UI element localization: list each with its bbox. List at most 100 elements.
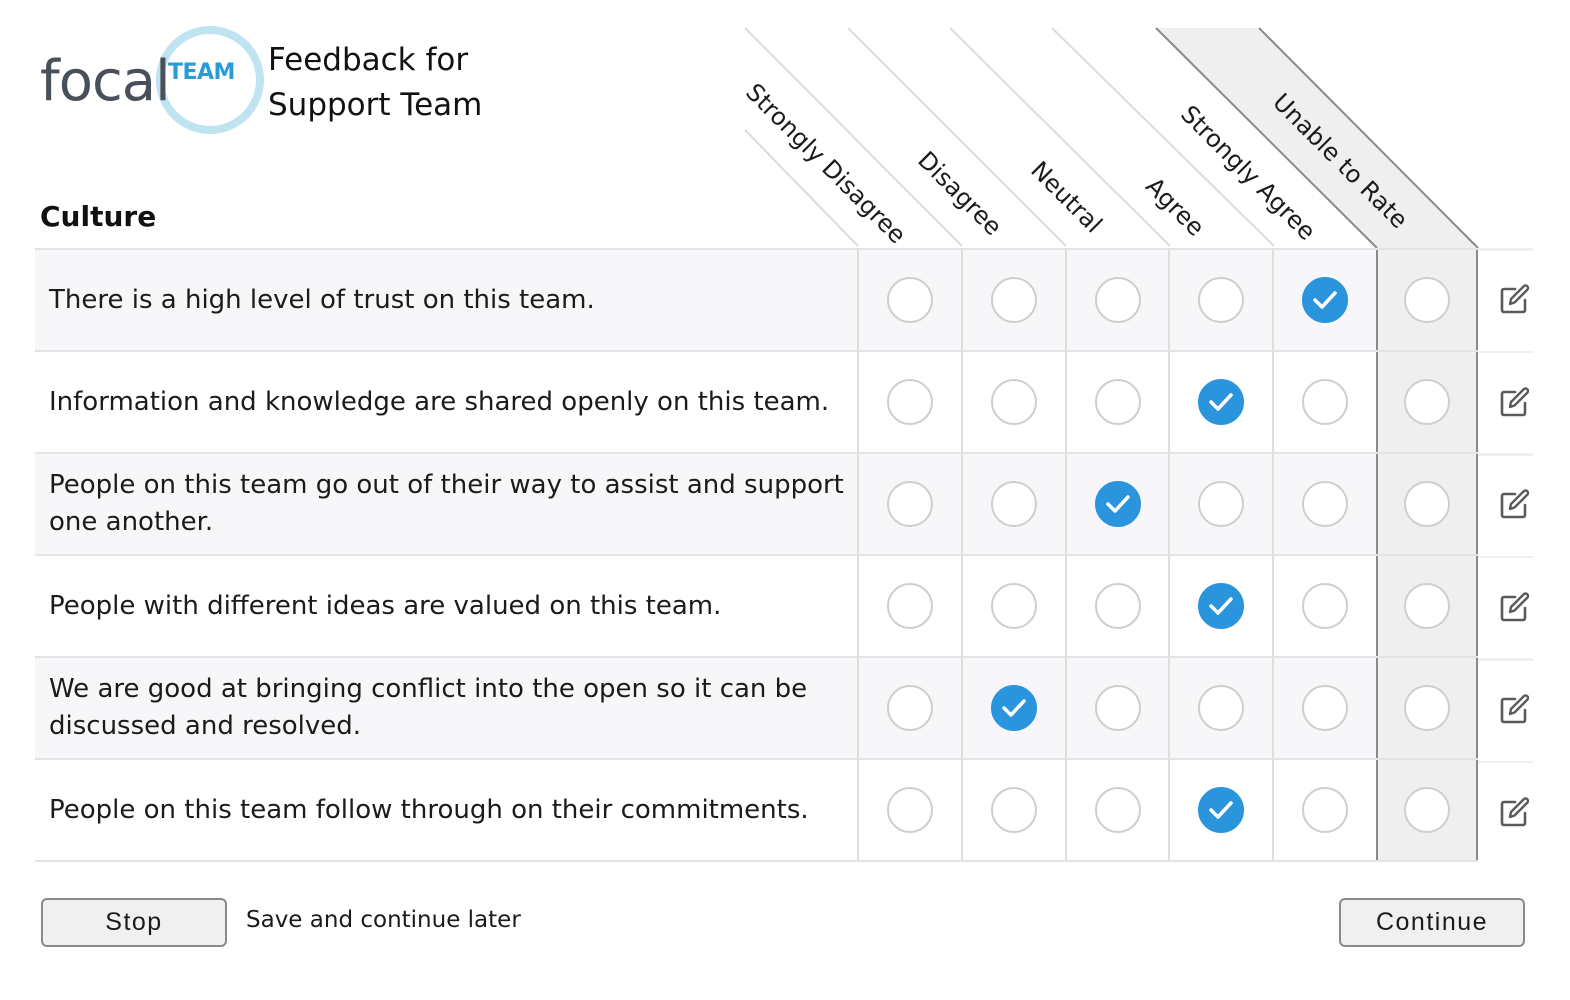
- rating-cell-neutral: [1064, 556, 1169, 656]
- radio-disagree[interactable]: [990, 481, 1037, 527]
- radio-strongly-disagree[interactable]: [886, 379, 933, 425]
- save-later-text: Save and continue later: [246, 907, 521, 933]
- radio-strongly-disagree[interactable]: [886, 787, 933, 833]
- rating-cell-strongly-disagree: [856, 658, 961, 758]
- radio-strongly-agree[interactable]: [1302, 685, 1349, 731]
- header-divider: [744, 27, 963, 247]
- edit-comment-icon[interactable]: [1498, 282, 1532, 316]
- rating-cell-disagree: [960, 760, 1065, 860]
- rating-cell-strongly-agree: [1272, 454, 1376, 554]
- rating-cell-disagree: [960, 658, 1065, 758]
- rating-grid: There is a high level of trust on this t…: [35, 248, 1479, 862]
- radio-neutral[interactable]: [1094, 787, 1141, 833]
- question-text: People with different ideas are valued o…: [49, 590, 722, 621]
- radio-unable-to-rate[interactable]: [1404, 379, 1451, 425]
- checkmark-icon: [1209, 801, 1234, 819]
- radio-strongly-agree[interactable]: [1302, 583, 1349, 629]
- rating-cell-strongly-agree: [1272, 556, 1376, 656]
- checkmark-icon: [1209, 393, 1234, 411]
- radio-unable-to-rate[interactable]: [1404, 583, 1451, 629]
- question-row: People on this team go out of their way …: [35, 452, 1479, 554]
- continue-button[interactable]: Continue: [1339, 898, 1525, 947]
- rating-cell-neutral: [1064, 658, 1169, 758]
- stop-button[interactable]: Stop: [41, 898, 227, 947]
- radio-neutral[interactable]: [1094, 481, 1141, 527]
- rating-cell-strongly-agree: [1272, 250, 1376, 350]
- radio-strongly-disagree[interactable]: [886, 481, 933, 527]
- rating-cell-strongly-disagree: [856, 556, 961, 656]
- rating-cell-disagree: [960, 556, 1065, 656]
- rating-cell-strongly-agree: [1272, 658, 1376, 758]
- question-text: People on this team follow through on th…: [49, 794, 809, 825]
- checkmark-icon: [1209, 597, 1234, 615]
- row-divider-extension: [1478, 555, 1533, 558]
- rating-cell-neutral: [1064, 352, 1169, 452]
- edit-comment-icon[interactable]: [1498, 692, 1532, 726]
- edit-comment-icon[interactable]: [1498, 385, 1532, 419]
- rating-cell-unable-to-rate: [1376, 352, 1479, 452]
- radio-neutral[interactable]: [1094, 583, 1141, 629]
- radio-strongly-agree[interactable]: [1302, 787, 1349, 833]
- radio-disagree[interactable]: [990, 685, 1037, 731]
- radio-strongly-agree[interactable]: [1302, 481, 1349, 527]
- rating-cell-neutral: [1064, 250, 1169, 350]
- rating-cell-unable-to-rate: [1376, 556, 1479, 656]
- row-divider-extension: [1478, 350, 1533, 353]
- rating-cell-strongly-agree: [1272, 760, 1376, 860]
- edit-comment-icon[interactable]: [1498, 795, 1532, 829]
- question-row: We are good at bringing conflict into th…: [35, 656, 1479, 758]
- row-divider-extension: [1478, 248, 1533, 251]
- question-row: People with different ideas are valued o…: [35, 554, 1479, 656]
- checkmark-icon: [1105, 495, 1130, 513]
- rating-cell-strongly-disagree: [856, 454, 961, 554]
- rating-cell-agree: [1168, 760, 1272, 860]
- radio-agree[interactable]: [1198, 481, 1245, 527]
- radio-agree[interactable]: [1198, 277, 1245, 323]
- radio-disagree[interactable]: [990, 379, 1037, 425]
- rating-cell-strongly-disagree: [856, 352, 961, 452]
- question-text: There is a high level of trust on this t…: [49, 284, 595, 315]
- rating-cell-neutral: [1064, 454, 1169, 554]
- radio-neutral[interactable]: [1094, 277, 1141, 323]
- row-divider-extension: [1478, 453, 1533, 456]
- radio-unable-to-rate[interactable]: [1404, 787, 1451, 833]
- rating-cell-agree: [1168, 250, 1272, 350]
- radio-strongly-disagree[interactable]: [886, 583, 933, 629]
- radio-disagree[interactable]: [990, 787, 1037, 833]
- rating-cell-unable-to-rate: [1376, 250, 1479, 350]
- radio-disagree[interactable]: [990, 583, 1037, 629]
- rating-cell-agree: [1168, 556, 1272, 656]
- edit-comment-icon[interactable]: [1498, 590, 1532, 624]
- row-divider-extension: [1478, 760, 1533, 763]
- radio-unable-to-rate[interactable]: [1404, 481, 1451, 527]
- edit-comment-icon[interactable]: [1498, 487, 1532, 521]
- checkmark-icon: [1313, 291, 1337, 309]
- radio-agree[interactable]: [1198, 583, 1245, 629]
- radio-agree[interactable]: [1198, 685, 1245, 731]
- question-text: Information and knowledge are shared ope…: [49, 386, 830, 417]
- radio-strongly-disagree[interactable]: [886, 685, 933, 731]
- question-row: People on this team follow through on th…: [35, 758, 1479, 862]
- radio-strongly-agree[interactable]: [1302, 277, 1349, 323]
- radio-neutral[interactable]: [1094, 685, 1141, 731]
- radio-agree[interactable]: [1198, 379, 1245, 425]
- rating-cell-agree: [1168, 658, 1272, 758]
- question-text: People on this team go out of their way …: [49, 470, 844, 537]
- radio-strongly-disagree[interactable]: [886, 277, 933, 323]
- radio-neutral[interactable]: [1094, 379, 1141, 425]
- rating-cell-strongly-agree: [1272, 352, 1376, 452]
- rating-cell-neutral: [1064, 760, 1169, 860]
- radio-disagree[interactable]: [990, 277, 1037, 323]
- question-row: There is a high level of trust on this t…: [35, 248, 1479, 350]
- radio-agree[interactable]: [1198, 787, 1245, 833]
- rating-cell-disagree: [960, 250, 1065, 350]
- checkmark-icon: [1001, 699, 1026, 717]
- radio-unable-to-rate[interactable]: [1404, 685, 1451, 731]
- rating-cell-strongly-disagree: [856, 760, 961, 860]
- radio-strongly-agree[interactable]: [1302, 379, 1349, 425]
- question-row: Information and knowledge are shared ope…: [35, 350, 1479, 452]
- rating-cell-disagree: [960, 352, 1065, 452]
- question-text: We are good at bringing conflict into th…: [49, 674, 808, 741]
- rating-cell-strongly-disagree: [856, 250, 961, 350]
- radio-unable-to-rate[interactable]: [1404, 277, 1451, 323]
